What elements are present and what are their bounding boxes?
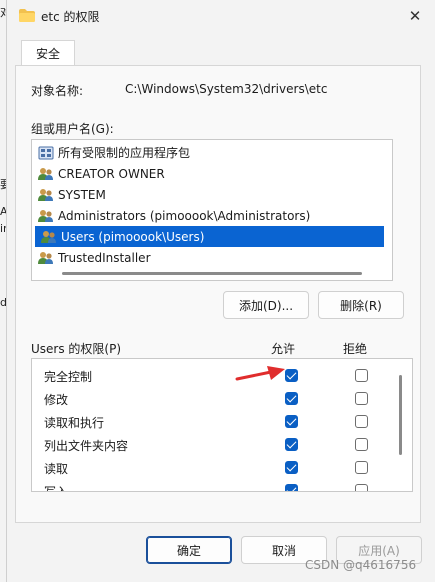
allow-checkbox[interactable] [285,461,298,474]
permission-row: 完全控制 [32,364,392,387]
list-item-label: CREATOR OWNER [58,166,165,181]
permission-label: 完全控制 [44,370,93,384]
deny-checkbox[interactable] [355,438,368,451]
list-item[interactable]: TrustedInstaller [32,247,384,268]
permission-label: 读取 [44,462,69,476]
permission-label: 读取和执行 [44,416,105,430]
list-item[interactable]: 所有受限制的应用程序包 [32,142,384,163]
list-item[interactable]: SYSTEM [32,184,384,205]
permissions-label: Users 的权限(P) [31,342,122,356]
permissions-dialog: etc 的权限 ✕ 安全 对象名称: C:\Windows\System32\d… [6,0,435,582]
list-item-label: Administrators (pimooook\Administrators) [58,208,311,223]
permission-label: 修改 [44,393,69,407]
title-bar[interactable]: etc 的权限 ✕ [7,0,435,32]
list-item-label: TrustedInstaller [58,250,151,265]
list-item-label: 所有受限制的应用程序包 [58,146,191,160]
watermark: CSDN @q4616756 [305,558,417,572]
deny-checkbox[interactable] [355,415,368,428]
deny-checkbox[interactable] [355,484,368,491]
object-name-label: 对象名称: [31,84,84,98]
permission-row: 读取和执行 [32,410,392,433]
groups-list[interactable]: 所有受限制的应用程序包 CREATOR OWNER SYSTEM Adminis… [31,139,393,281]
allow-checkbox[interactable] [285,438,298,451]
permission-row: 修改 [32,387,392,410]
allow-checkbox[interactable] [285,392,298,405]
deny-checkbox[interactable] [355,392,368,405]
permission-row: 写入 [32,479,392,492]
list-item[interactable]: CREATOR OWNER [32,163,384,184]
tab-security[interactable]: 安全 [21,40,75,66]
tab-strip: 安全 [15,40,427,66]
package-icon [38,146,54,159]
groups-label: 组或用户名(G): [31,122,114,136]
object-name-value: C:\Windows\System32\drivers\etc [125,82,328,96]
deny-checkbox[interactable] [355,369,368,382]
permission-label: 写入 [44,485,69,492]
users-icon [38,167,53,180]
permission-row: 列出文件夹内容 [32,433,392,456]
permissions-list: 完全控制 修改 读取和执行 列出文件夹内容 读取 写入 [31,358,413,492]
allow-column-header: 允许 [271,342,296,356]
ok-button[interactable]: 确定 [146,536,232,564]
users-icon [38,251,53,264]
deny-column-header: 拒绝 [343,342,368,356]
folder-icon [19,9,35,22]
deny-checkbox[interactable] [355,461,368,474]
users-icon [38,209,53,222]
users-icon [41,230,56,243]
add-button[interactable]: 添加(D)... [223,291,309,319]
window-title: etc 的权限 [41,10,100,24]
permission-label: 列出文件夹内容 [44,439,129,453]
list-item[interactable]: Administrators (pimooook\Administrators) [32,205,384,226]
list-item-label: SYSTEM [58,187,106,202]
permissions-scrollbar[interactable] [399,375,402,455]
allow-checkbox[interactable] [285,415,298,428]
allow-checkbox[interactable] [285,484,298,491]
list-item-selected[interactable]: Users (pimooook\Users) [35,226,384,247]
red-arrow-icon [235,366,285,381]
permission-row: 读取 [32,456,392,479]
remove-button[interactable]: 删除(R) [318,291,404,319]
users-icon [38,188,53,201]
close-button[interactable]: ✕ [403,6,427,26]
horizontal-scrollbar[interactable] [62,272,362,275]
close-icon: ✕ [408,7,422,25]
tab-label: 安全 [35,47,60,61]
list-item-label: Users (pimooook\Users) [61,229,205,244]
